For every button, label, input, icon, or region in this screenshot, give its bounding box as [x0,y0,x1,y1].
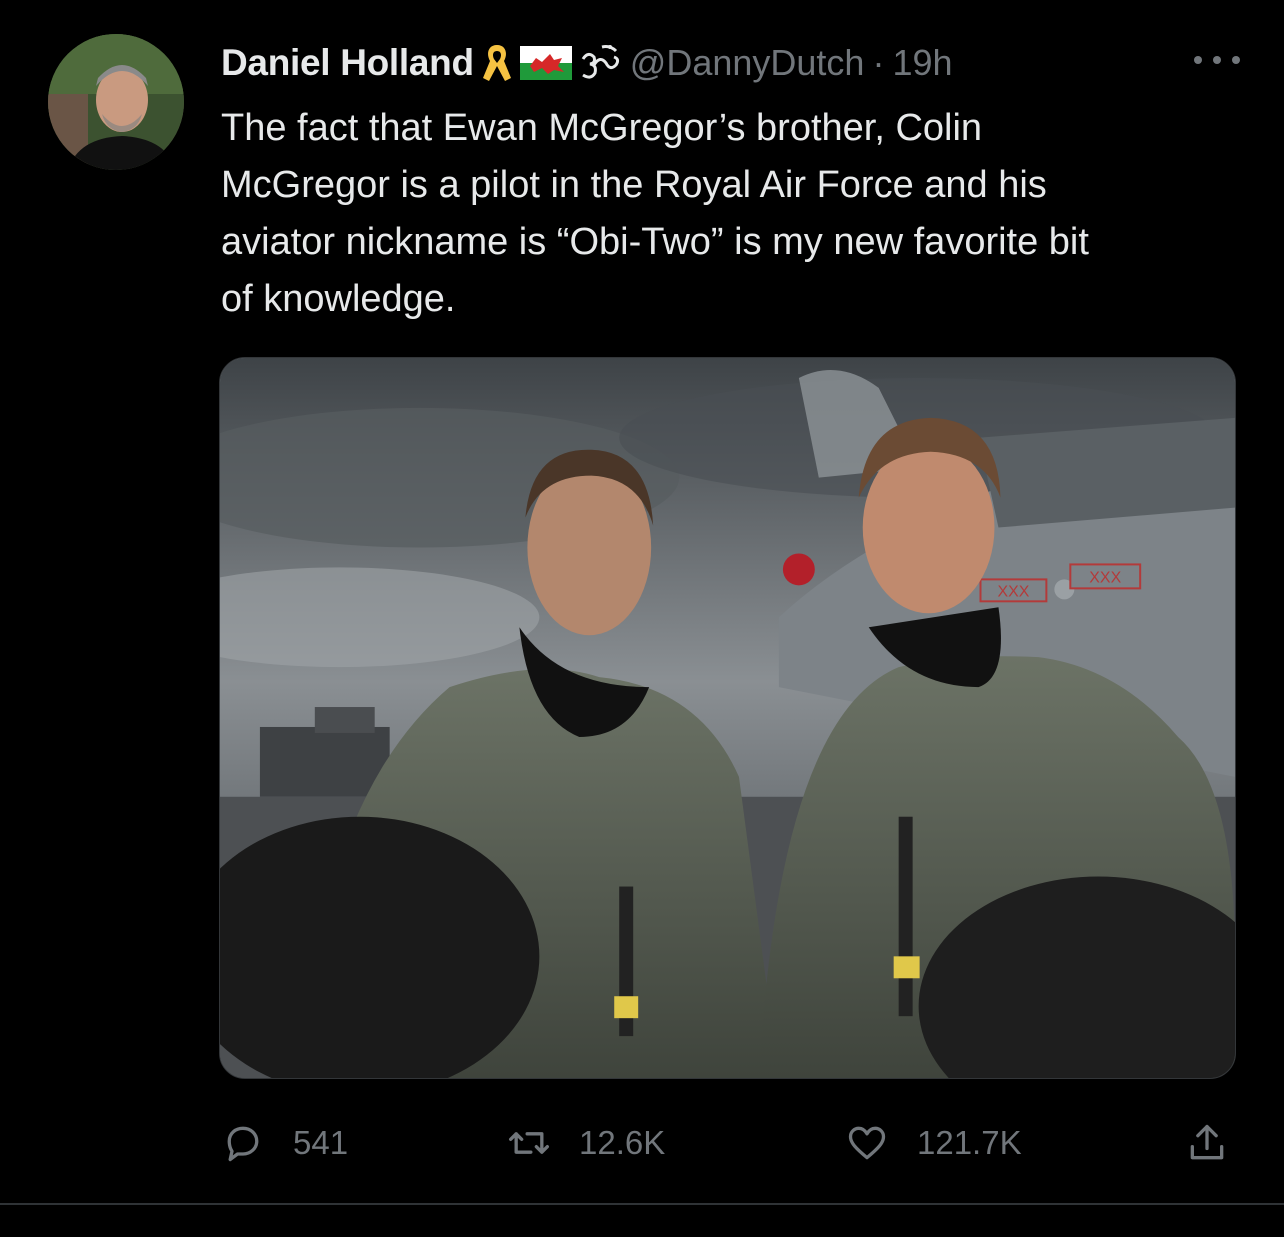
reply-icon [227,1126,259,1162]
like-button[interactable]: 121.7K [845,1118,1022,1168]
ribbon-icon [480,42,514,84]
share-icon [1190,1124,1224,1160]
wales-flag-icon [519,46,572,80]
om-icon [578,43,622,83]
retweet-button[interactable]: 12.6K [507,1118,665,1168]
avatar[interactable] [48,34,184,170]
aircraft-marking-left: XXX [997,583,1029,600]
share-button[interactable] [1185,1118,1229,1168]
tweet[interactable]: Daniel Holland @DannyDutch · 19h The fac… [0,0,1284,1237]
like-count: 121.7K [917,1124,1022,1161]
retweet-count: 12.6K [579,1124,666,1161]
tweet-text: The fact that Ewan McGregor’s brother, C… [221,107,1089,320]
avatar-image [48,34,184,170]
author-handle[interactable]: @DannyDutch [630,42,865,84]
tweet-photo[interactable]: XXX XXX [219,357,1236,1079]
reply-button[interactable]: 541 [221,1118,348,1168]
reply-count: 541 [293,1124,349,1161]
more-options-icon[interactable] [1194,48,1240,72]
divider [0,1203,1284,1205]
tweet-header: Daniel Holland @DannyDutch · 19h [221,38,1244,88]
pilots-photo: XXX XXX [220,358,1235,1078]
tweet-actions: 541 12.6K 121.7K [221,1118,1233,1168]
separator-dot: · [872,42,885,83]
heart-icon [848,1126,886,1160]
tweet-time[interactable]: 19h [892,42,952,84]
retweet-icon [509,1132,549,1154]
author-name[interactable]: Daniel Holland [221,42,474,84]
aircraft-marking-right: XXX [1089,569,1121,586]
